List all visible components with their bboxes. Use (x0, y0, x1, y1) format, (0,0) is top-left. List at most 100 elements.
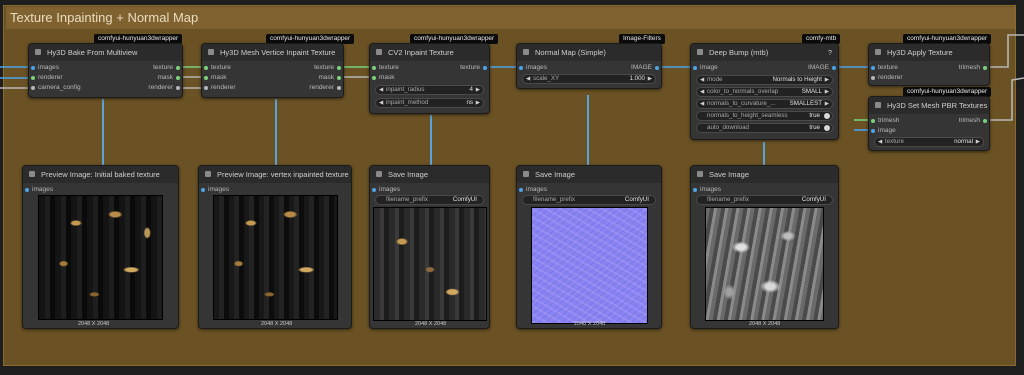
collapse-icon[interactable] (205, 171, 211, 177)
node-cv2-inpaint[interactable]: CV2 Inpaint Texture texture mask texture… (369, 43, 490, 114)
input-images[interactable]: images (31, 64, 59, 72)
widget-filename-prefix[interactable]: filename_prefix ComfyUI (696, 195, 833, 205)
input-texture[interactable]: texture (871, 64, 898, 72)
node-save-image-1[interactable]: Save Image images filename_prefix ComfyU… (369, 165, 490, 329)
output-renderer[interactable]: renderer (309, 84, 341, 92)
output-trimesh[interactable]: trimesh (959, 117, 987, 125)
input-mask[interactable]: mask (204, 74, 227, 82)
decrement-arrow-icon[interactable]: ◀ (700, 76, 704, 84)
slot-dot-icon (372, 76, 376, 80)
widget-texture[interactable]: ◀ texture normal ▶ (874, 137, 984, 147)
input-trimesh[interactable]: trimesh (871, 117, 899, 125)
slot-dot-icon (483, 66, 487, 70)
collapse-icon[interactable] (523, 49, 529, 55)
output-texture[interactable]: texture (460, 64, 487, 72)
increment-arrow-icon[interactable]: ▶ (476, 86, 480, 94)
input-images[interactable]: images (693, 186, 721, 194)
input-texture[interactable]: texture (204, 64, 231, 72)
widget-scale-xy[interactable]: ◀ scale_XY 1.000 ▶ (522, 74, 656, 84)
toggle-auto-download[interactable]: auto_download true (696, 123, 833, 133)
node-title: Hy3D Bake From Multiview (47, 48, 138, 57)
slot-dot-icon (871, 76, 875, 80)
collapse-icon[interactable] (208, 49, 214, 55)
collapse-icon[interactable] (523, 171, 529, 177)
node-preview-vertex-inpainted[interactable]: Preview Image: vertex inpainted texture … (198, 165, 352, 329)
decrement-arrow-icon[interactable]: ◀ (700, 88, 704, 96)
widget-filename-prefix[interactable]: filename_prefix ComfyUI (375, 195, 484, 205)
input-images[interactable]: images (519, 186, 547, 194)
node-apply-texture[interactable]: Hy3D Apply Texture texture renderer trim… (868, 43, 990, 86)
node-title-bar[interactable]: Save Image (691, 166, 838, 183)
node-title-bar[interactable]: Preview Image: vertex inpainted texture (199, 166, 351, 183)
collapse-icon[interactable] (376, 171, 382, 177)
node-title-bar[interactable]: CV2 Inpaint Texture (370, 44, 489, 61)
node-title-bar[interactable]: Preview Image: Initial baked texture (23, 166, 178, 183)
collapse-icon[interactable] (697, 49, 703, 55)
toggle-normals-to-height-seamless[interactable]: normals_to_height_seamless true (696, 111, 833, 121)
output-texture[interactable]: texture (314, 64, 341, 72)
node-save-image-2[interactable]: Save Image images filename_prefix ComfyU… (516, 165, 662, 329)
collapse-icon[interactable] (697, 171, 703, 177)
node-mesh-vertice-inpaint[interactable]: Hy3D Mesh Vertice Inpaint Texture textur… (201, 43, 344, 98)
increment-arrow-icon[interactable]: ▶ (825, 88, 829, 96)
input-images[interactable]: images (25, 186, 53, 194)
input-renderer[interactable]: renderer (31, 74, 63, 82)
node-title-bar[interactable]: Hy3D Set Mesh PBR Textures (869, 97, 989, 114)
increment-arrow-icon[interactable]: ▶ (476, 99, 480, 107)
node-save-image-3[interactable]: Save Image images filename_prefix ComfyU… (690, 165, 839, 329)
input-camera-config[interactable]: camera_config (31, 84, 81, 92)
slot-dot-icon (871, 129, 875, 133)
output-mask[interactable]: mask (318, 74, 341, 82)
increment-arrow-icon[interactable]: ▶ (825, 76, 829, 84)
output-texture[interactable]: texture (153, 64, 180, 72)
output-image[interactable]: IMAGE (808, 64, 836, 72)
node-deep-bump[interactable]: Deep Bump (mtb) ? image IMAGE ◀ mode Nor… (690, 43, 839, 140)
increment-arrow-icon[interactable]: ▶ (648, 75, 652, 83)
widget-mode[interactable]: ◀ mode Normals to Height ▶ (696, 75, 833, 85)
node-title-bar[interactable]: Hy3D Bake From Multiview (29, 44, 182, 61)
decrement-arrow-icon[interactable]: ◀ (878, 138, 882, 146)
input-images[interactable]: images (372, 186, 400, 194)
input-image[interactable]: image (871, 127, 896, 135)
input-renderer[interactable]: renderer (871, 74, 903, 82)
help-icon[interactable]: ? (828, 44, 832, 61)
slot-dot-icon (204, 76, 208, 80)
input-texture[interactable]: texture (372, 64, 399, 72)
collapse-icon[interactable] (376, 49, 382, 55)
slot-dot-icon (337, 86, 341, 90)
output-image[interactable]: IMAGE (631, 64, 659, 72)
node-normal-map-simple[interactable]: Normal Map (Simple) images IMAGE ◀ scale… (516, 43, 662, 89)
widget-filename-prefix[interactable]: filename_prefix ComfyUI (522, 195, 656, 205)
increment-arrow-icon[interactable]: ▶ (976, 138, 980, 146)
node-title-bar[interactable]: Save Image (517, 166, 661, 183)
collapse-icon[interactable] (875, 102, 881, 108)
output-renderer[interactable]: renderer (148, 84, 180, 92)
widget-inpaint-radius[interactable]: ◀ inpaint_radius 4 ▶ (375, 85, 484, 95)
input-images[interactable]: images (201, 186, 229, 194)
widget-normals-to-curvature[interactable]: ◀ normals_to_curvature_... SMALLEST ▶ (696, 99, 833, 109)
decrement-arrow-icon[interactable]: ◀ (700, 100, 704, 108)
output-mask[interactable]: mask (157, 74, 180, 82)
node-preview-initial-baked[interactable]: Preview Image: Initial baked texture ima… (22, 165, 179, 329)
collapse-icon[interactable] (35, 49, 41, 55)
increment-arrow-icon[interactable]: ▶ (825, 100, 829, 108)
collapse-icon[interactable] (29, 171, 35, 177)
output-trimesh[interactable]: trimesh (959, 64, 987, 72)
decrement-arrow-icon[interactable]: ◀ (526, 75, 530, 83)
node-title-bar[interactable]: Hy3D Mesh Vertice Inpaint Texture (202, 44, 343, 61)
input-mask[interactable]: mask (372, 74, 395, 82)
decrement-arrow-icon[interactable]: ◀ (379, 86, 383, 94)
node-title-bar[interactable]: Normal Map (Simple) (517, 44, 661, 61)
node-title-bar[interactable]: Deep Bump (mtb) ? (691, 44, 838, 61)
input-images[interactable]: images (519, 64, 547, 72)
widget-inpaint-method[interactable]: ◀ inpaint_method ns ▶ (375, 98, 484, 108)
decrement-arrow-icon[interactable]: ◀ (379, 99, 383, 107)
collapse-icon[interactable] (875, 49, 881, 55)
input-image[interactable]: image (693, 64, 718, 72)
widget-color-to-normals-overlap[interactable]: ◀ color_to_normals_overlap SMALL ▶ (696, 87, 833, 97)
input-renderer[interactable]: renderer (204, 84, 236, 92)
node-title-bar[interactable]: Hy3D Apply Texture (869, 44, 989, 61)
node-bake-from-multiview[interactable]: Hy3D Bake From Multiview images renderer… (28, 43, 183, 98)
node-set-mesh-pbr[interactable]: Hy3D Set Mesh PBR Textures trimesh image… (868, 96, 990, 151)
node-title-bar[interactable]: Save Image (370, 166, 489, 183)
